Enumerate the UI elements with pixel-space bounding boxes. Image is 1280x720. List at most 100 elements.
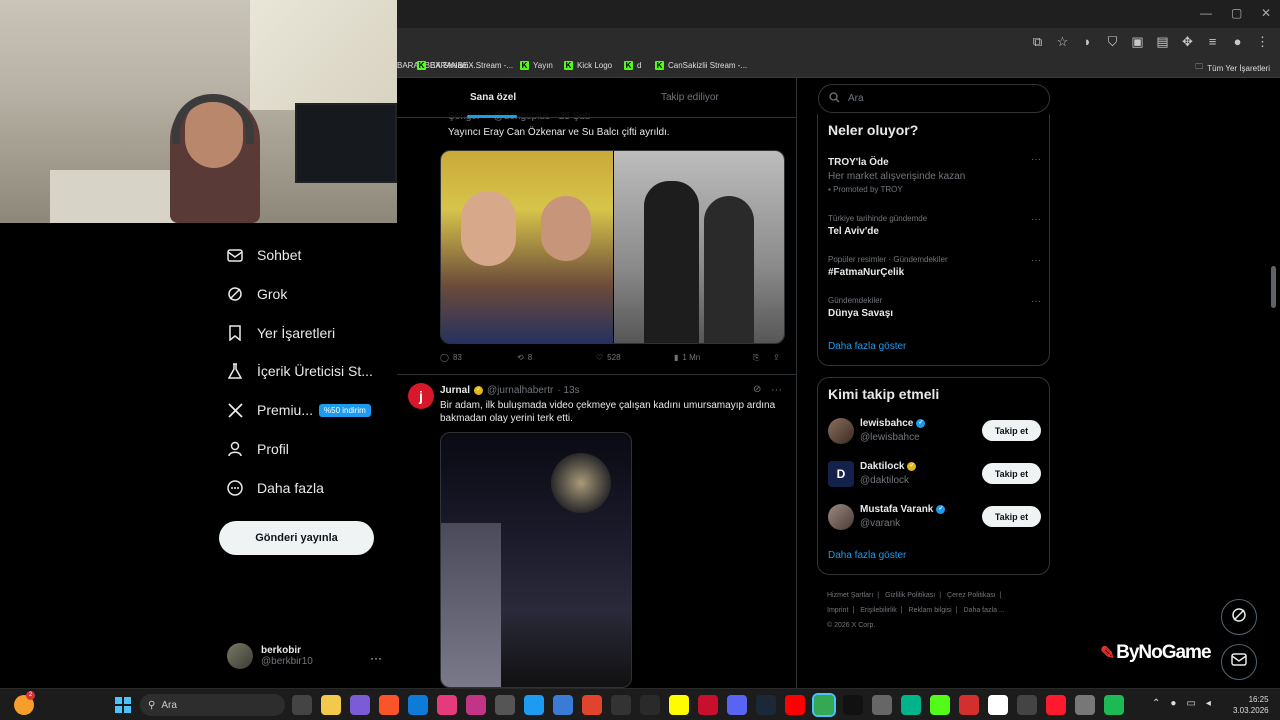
follow-suggestion[interactable]: Mustafa Varank ✓ @varank Takip et — [828, 502, 1041, 532]
profile-icon[interactable]: ● — [1230, 34, 1245, 50]
trend-more-icon[interactable]: ··· — [1031, 154, 1041, 165]
share-button[interactable]: ⇪ — [773, 353, 780, 362]
yandex-icon[interactable] — [988, 695, 1008, 715]
close-window-button[interactable]: ✕ — [1261, 6, 1271, 20]
display-icon[interactable]: ▭ — [1186, 698, 1195, 709]
trends-show-more[interactable]: Daha fazla göster — [828, 341, 906, 352]
follow-button[interactable]: Takip et — [982, 506, 1041, 527]
follow-button[interactable]: Takip et — [982, 420, 1041, 441]
repost-button[interactable]: ⟲ 8 — [517, 353, 532, 362]
nav-item-more[interactable]: Daha fazla — [227, 480, 324, 496]
follow-suggestion[interactable]: lewisbahce ✓ @lewisbahce Takip et — [828, 416, 1041, 446]
footer-link[interactable]: Gizlilik Politikası — [885, 592, 935, 599]
author-handle[interactable]: @jurnalhabertr — [487, 385, 553, 396]
footer-link[interactable]: Daha fazla ... — [964, 607, 1005, 614]
microphone-icon[interactable]: ● — [1170, 698, 1176, 709]
volume-icon[interactable]: ◂ — [1206, 698, 1211, 709]
all-bookmarks[interactable]: 🗀 Tüm Yer İşaretleri — [1195, 61, 1270, 75]
search-box[interactable] — [818, 84, 1050, 113]
task-view-icon[interactable] — [292, 695, 312, 715]
post-media[interactable] — [440, 432, 632, 688]
like-button[interactable]: ♡ 528 — [596, 353, 621, 362]
opera-icon[interactable] — [1046, 695, 1066, 715]
nav-item-chat[interactable]: Sohbet — [227, 247, 301, 263]
app-icon[interactable] — [901, 695, 921, 715]
bookmark-item[interactable]: K Yayın — [520, 61, 553, 70]
avatar[interactable]: j — [408, 383, 434, 409]
footer-link[interactable]: Erişilebilirlik — [860, 607, 897, 614]
twitter-icon[interactable] — [524, 695, 544, 715]
app-icon[interactable] — [698, 695, 718, 715]
app-icon[interactable] — [959, 695, 979, 715]
grok-icon[interactable]: ⊘ — [753, 384, 761, 395]
nav-item-grok[interactable]: Grok — [227, 286, 287, 302]
maximize-button[interactable]: ▢ — [1231, 6, 1242, 20]
system-clock[interactable]: 16:25 3.03.2026 — [1233, 694, 1269, 716]
copilot-icon[interactable] — [350, 695, 370, 715]
account-switcher[interactable]: berkobir @berkbir10 — [227, 643, 313, 669]
follow-button[interactable]: Takip et — [982, 463, 1041, 484]
cast-icon[interactable]: ⧉ — [1030, 34, 1045, 50]
nav-item-premium[interactable]: Premiu... %50 indirim — [227, 402, 371, 418]
nav-item-profile[interactable]: Profil — [227, 441, 289, 457]
app-icon[interactable] — [582, 695, 602, 715]
app-icon[interactable] — [1075, 695, 1095, 715]
extension-badge-icon[interactable]: ▤ — [1155, 34, 1170, 50]
app-icon[interactable] — [553, 695, 573, 715]
store-icon[interactable] — [495, 695, 515, 715]
trend-more-icon[interactable]: ··· — [1031, 214, 1041, 225]
nav-item-creator-studio[interactable]: İçerik Üreticisi St... — [227, 363, 373, 379]
edge-icon[interactable] — [408, 695, 428, 715]
tab-search-icon[interactable]: ≡ — [1205, 34, 1220, 50]
puzzle-icon[interactable]: ✥ — [1180, 34, 1195, 50]
bookmark-item[interactable]: K CanSakizlii Stream -... — [655, 61, 747, 70]
app-icon[interactable] — [1017, 695, 1037, 715]
steam-icon[interactable] — [756, 695, 776, 715]
footer-link[interactable]: Hizmet Şartları — [827, 592, 873, 599]
file-explorer-icon[interactable] — [321, 695, 341, 715]
post-button[interactable]: Gönderi yayınla — [219, 521, 374, 555]
brave-icon[interactable] — [379, 695, 399, 715]
spotify-icon[interactable] — [1104, 695, 1124, 715]
author-name[interactable]: Jurnal — [440, 385, 470, 396]
nav-item-bookmarks[interactable]: Yer İşaretleri — [227, 325, 335, 341]
trend-item[interactable]: Gündemdekiler Dünya Savaşı ··· — [828, 296, 1041, 319]
instagram-icon[interactable] — [466, 695, 486, 715]
footer-link[interactable]: Reklam bilgisi — [909, 607, 952, 614]
epic-games-icon[interactable] — [640, 695, 660, 715]
post-media[interactable] — [440, 150, 785, 344]
trend-item[interactable]: Popüler resimler · Gündemdekiler #FatmaN… — [828, 255, 1041, 278]
taskbar-search[interactable]: ⚲ Ara — [140, 694, 285, 716]
tab-for-you[interactable]: Sana özel — [470, 92, 516, 103]
shield-icon[interactable]: ⛉ — [1105, 34, 1120, 50]
views-button[interactable]: ▮ 1 Mn — [674, 353, 700, 362]
footer-link[interactable]: Çerez Politikası — [947, 592, 996, 599]
minimize-button[interactable]: — — [1200, 6, 1212, 20]
footer-link[interactable]: Imprint — [827, 607, 848, 614]
extension-icon[interactable]: ▣ — [1130, 34, 1145, 50]
tiktok-icon[interactable] — [843, 695, 863, 715]
grok-float-button[interactable] — [1221, 599, 1257, 635]
youtube-icon[interactable] — [785, 695, 805, 715]
account-more-icon[interactable]: ··· — [370, 651, 382, 665]
extension-wifi-icon[interactable]: ◗ — [1080, 34, 1095, 50]
menu-icon[interactable]: ⋮ — [1255, 34, 1270, 50]
snapchat-icon[interactable] — [669, 695, 689, 715]
page-scrollbar[interactable] — [1271, 266, 1276, 308]
bookmark-item[interactable]: K Kick Logo — [564, 61, 612, 70]
reply-button[interactable]: ◯ 83 — [440, 353, 462, 362]
search-input[interactable] — [848, 93, 1028, 104]
star-icon[interactable]: ☆ — [1055, 34, 1070, 50]
weather-widget[interactable]: 2 — [14, 691, 35, 715]
bookmark-item[interactable]: Kd — [624, 61, 641, 70]
trend-more-icon[interactable]: ··· — [1031, 296, 1041, 307]
speedtest-icon[interactable] — [611, 695, 631, 715]
tab-following[interactable]: Takip ediliyor — [661, 92, 719, 103]
bookmark-button[interactable]: ⎘ — [753, 353, 759, 363]
media-player-icon[interactable] — [437, 695, 457, 715]
follow-suggestion[interactable]: D Daktilock ✓ @daktilock Takip et — [828, 459, 1041, 489]
app-icon[interactable] — [872, 695, 892, 715]
who-show-more[interactable]: Daha fazla göster — [828, 550, 906, 561]
messages-float-button[interactable] — [1221, 644, 1257, 680]
post-more-icon[interactable]: ··· — [771, 384, 782, 396]
